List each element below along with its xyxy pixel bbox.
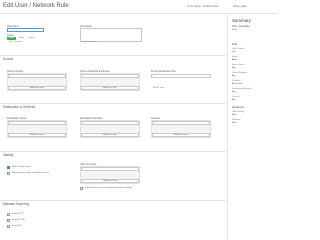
services-add-button[interactable]: Add New Item xyxy=(152,133,210,137)
show-captive-checkbox[interactable] xyxy=(7,172,10,175)
user-groups-select[interactable]: Any xyxy=(81,167,139,182)
match-known-checkbox[interactable] xyxy=(7,166,10,169)
schedule-select[interactable]: All the Time xyxy=(151,74,211,89)
summary-row-title: Source Networks xyxy=(232,72,248,74)
exclude-label: Exclude this user activity from network … xyxy=(85,187,132,189)
summary-title: Summary xyxy=(232,18,251,23)
action-block-button[interactable]: Block xyxy=(17,37,26,40)
source-networks-select[interactable]: Any xyxy=(81,74,139,89)
description-textarea[interactable]: some text here xyxy=(80,28,142,43)
summary-row-value: Any xyxy=(232,67,236,69)
summary-rule-heading: Rule xyxy=(232,43,238,46)
scan-http-checkbox[interactable] xyxy=(7,213,10,216)
summary-row-value: Any xyxy=(232,75,236,77)
dest-networks-add-button[interactable]: Add New Item xyxy=(81,133,139,137)
exclude-checkbox[interactable] xyxy=(80,187,83,190)
show-captive-label: Show captive portal to unknown users xyxy=(12,172,49,174)
summary-row-title: Destination Networks xyxy=(232,88,251,90)
match-known-label: Match known users xyxy=(12,166,31,168)
scan-http-label: Scan HTTP xyxy=(12,213,24,215)
rule-name-value: SSL_Usersite xyxy=(9,41,23,43)
schedule-value: All the Time xyxy=(153,87,165,89)
destination-heading: Destination & Services xyxy=(3,105,36,109)
summary-row-title: Action xyxy=(232,56,238,58)
summary-adv-value: None xyxy=(232,122,237,124)
action-reject-button[interactable]: Reject xyxy=(27,37,36,40)
summary-row-title: Source Zones xyxy=(232,64,245,66)
summary-row-title: Schedule xyxy=(232,80,241,82)
identity-heading: Identity xyxy=(3,153,14,157)
summary-row-title: Services xyxy=(232,96,240,98)
page-title: Edit User / Network Rule xyxy=(3,3,69,9)
scan-ftp-label: Scan FTP xyxy=(12,225,22,227)
source-groups-select[interactable]: Any xyxy=(8,74,66,89)
save-rule-link[interactable]: Save Rule xyxy=(233,4,247,8)
summary-row-value: All the Time xyxy=(232,83,243,85)
source-groups-add-button[interactable]: Add New Item xyxy=(8,86,66,90)
summary-row-title: Rule Position xyxy=(232,48,244,50)
summary-row-value: Top xyxy=(232,51,236,53)
schedule-label: During Scheduled Time xyxy=(151,70,176,73)
dest-zones-add-button[interactable]: Add New Item xyxy=(8,133,66,137)
dest-zones-select[interactable]: Any xyxy=(8,121,66,136)
summary-rule-name: SSL_UsersSite xyxy=(232,25,250,28)
summary-advanced-heading: Advanced xyxy=(232,106,244,109)
delete-rule-link[interactable]: Delete Rule xyxy=(203,4,219,8)
summary-row-value: Any xyxy=(232,99,236,101)
action-allow-button[interactable]: Allow xyxy=(7,37,16,40)
summary-adv-title: Web Filtering xyxy=(232,111,244,113)
source-networks-add-button[interactable]: Add New Item xyxy=(81,86,139,90)
summary-row-value: Any xyxy=(232,91,236,93)
services-select[interactable]: Any xyxy=(152,121,210,136)
summary-action: Allow xyxy=(232,29,238,31)
user-groups-add-button[interactable]: Add New Item xyxy=(81,179,139,183)
summary-adv-title: Scanning xyxy=(232,119,241,121)
rule-name-input[interactable]: SSL_Usersite xyxy=(7,28,44,43)
source-heading: Source xyxy=(3,57,14,61)
copy-rule-link[interactable]: Copy Rule xyxy=(187,4,201,8)
description-value: some text here xyxy=(82,41,97,43)
scan-https-checkbox[interactable] xyxy=(7,219,10,222)
dest-networks-select[interactable]: Any xyxy=(81,121,139,136)
malware-heading: Malware Scanning xyxy=(3,202,30,206)
scan-https-label: Scan HTTPS xyxy=(12,219,25,221)
summary-row-value: Allow xyxy=(232,59,237,61)
scan-ftp-checkbox[interactable] xyxy=(7,225,10,228)
summary-adv-value: None xyxy=(232,114,237,116)
